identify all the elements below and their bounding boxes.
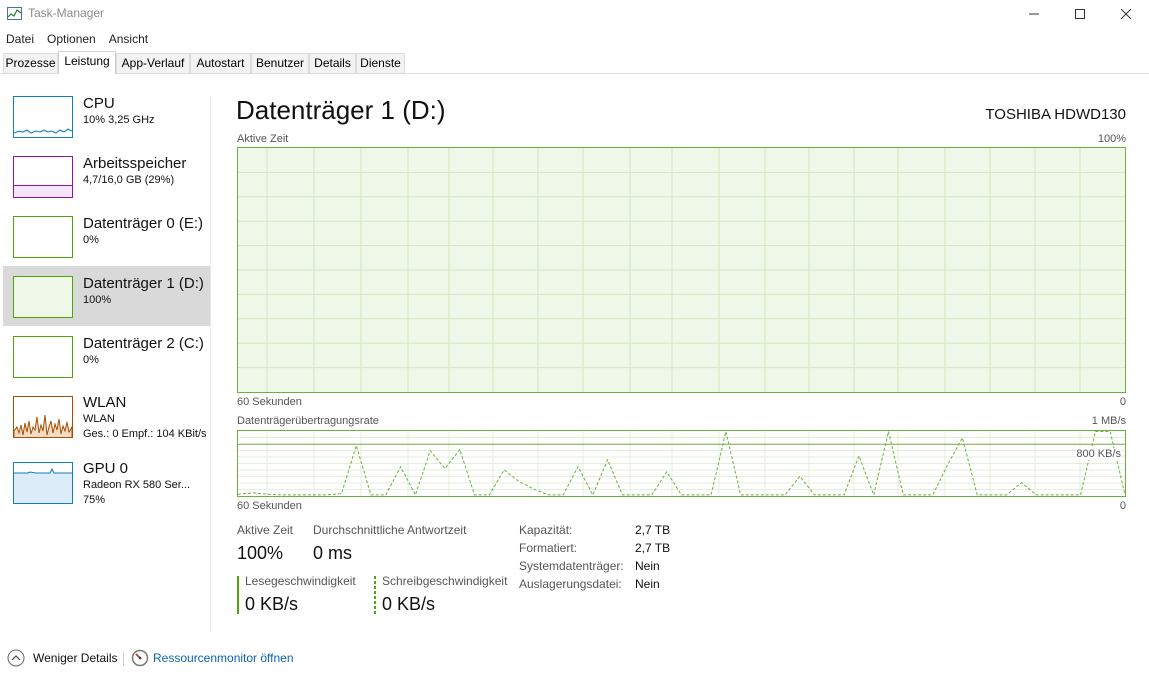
disk-1-thumbnail bbox=[13, 276, 73, 318]
sidebar-item-value: 10% 3,25 GHz bbox=[83, 114, 155, 126]
close-button[interactable] bbox=[1103, 0, 1149, 28]
sidebar-item-cpu[interactable]: CPU 10% 3,25 GHz bbox=[3, 88, 210, 148]
sidebar-item-disk-2[interactable]: Datenträger 2 (C:) 0% bbox=[3, 328, 210, 388]
maximize-icon bbox=[1075, 9, 1085, 19]
resource-monitor-link[interactable]: Ressourcenmonitor öffnen bbox=[131, 649, 294, 667]
sidebar-item-name: WLAN bbox=[83, 394, 127, 411]
read-speed-value: 0 KB/s bbox=[245, 594, 299, 614]
device-model: TOSHIBA HDWD130 bbox=[985, 106, 1126, 123]
page-title: Datenträger 1 (D:) bbox=[236, 95, 446, 125]
wlan-thumbnail bbox=[13, 396, 73, 438]
maximize-button[interactable] bbox=[1057, 0, 1103, 28]
tab-benutzer[interactable]: Benutzer bbox=[251, 53, 309, 73]
chart-min-transfer-rate: 0 bbox=[1119, 500, 1126, 512]
sidebar-divider bbox=[210, 96, 211, 632]
write-speed-value: 0 KB/s bbox=[382, 594, 436, 614]
active-time-grid bbox=[238, 148, 1125, 392]
menu-ansicht[interactable]: Ansicht bbox=[109, 30, 148, 48]
menu-datei[interactable]: Datei bbox=[6, 30, 34, 48]
memory-level-fill bbox=[14, 185, 72, 197]
sidebar-item-name: CPU bbox=[83, 95, 115, 112]
sidebar-item-detail: Ges.: 0 Empf.: 104 KBit/s bbox=[83, 428, 207, 440]
tab-app-verlauf[interactable]: App-Verlauf bbox=[116, 53, 190, 73]
sidebar-item-gpu[interactable]: GPU 0 Radeon RX 580 Ser... 75% bbox=[3, 454, 210, 514]
sidebar-item-name: GPU 0 bbox=[83, 460, 129, 477]
response-time-label: Durchschnittliche Antwortzeit bbox=[313, 523, 467, 537]
tab-strip: Prozesse Leistung App-Verlauf Autostart … bbox=[0, 51, 1149, 74]
resource-monitor-label: Ressourcenmonitor öffnen bbox=[153, 651, 294, 665]
title-bar: Task-Manager bbox=[0, 0, 1149, 28]
read-speed-indicator bbox=[237, 576, 239, 614]
system-disk-value: Nein bbox=[635, 559, 660, 573]
chart-max-active-time: 100% bbox=[1097, 133, 1126, 145]
resource-sidebar: CPU 10% 3,25 GHz Arbeitsspeicher 4,7/16,… bbox=[0, 88, 212, 633]
sidebar-item-value: Radeon RX 580 Ser... bbox=[83, 479, 191, 491]
chart-min-active-time: 0 bbox=[1119, 396, 1126, 408]
chart-mid-transfer-rate: 800 KB/s bbox=[1076, 448, 1121, 460]
formatted-value: 2,7 TB bbox=[635, 541, 671, 555]
tab-details[interactable]: Details bbox=[309, 53, 356, 73]
minimize-button[interactable] bbox=[1011, 0, 1057, 28]
read-speed-label: Lesegeschwindigkeit bbox=[245, 574, 356, 588]
sidebar-item-value: WLAN bbox=[83, 413, 115, 425]
write-speed-indicator bbox=[374, 576, 376, 614]
chevron-up-icon bbox=[7, 649, 25, 667]
sidebar-item-name: Arbeitsspeicher bbox=[83, 155, 187, 172]
sidebar-item-disk-0[interactable]: Datenträger 0 (E:) 0% bbox=[3, 208, 210, 268]
sidebar-item-name: Datenträger 1 (D:) bbox=[83, 275, 204, 292]
capacity-value: 2,7 TB bbox=[635, 523, 671, 537]
system-disk-label: Systemdatenträger: bbox=[519, 559, 624, 573]
chart-time-transfer-rate: 60 Sekunden bbox=[237, 500, 302, 512]
minimize-icon bbox=[1029, 13, 1039, 15]
disk-0-thumbnail bbox=[13, 216, 73, 258]
menu-optionen[interactable]: Optionen bbox=[47, 30, 96, 48]
close-icon bbox=[1121, 9, 1131, 19]
sidebar-item-disk-1[interactable]: Datenträger 1 (D:) 100% bbox=[3, 266, 210, 326]
memory-thumbnail bbox=[13, 156, 73, 198]
menu-bar: Datei Optionen Ansicht bbox=[0, 30, 155, 48]
footer-divider bbox=[123, 652, 124, 666]
resource-monitor-icon bbox=[131, 649, 149, 667]
sidebar-item-memory[interactable]: Arbeitsspeicher 4,7/16,0 GB (29%) bbox=[3, 148, 210, 208]
sidebar-item-value: 0% bbox=[83, 354, 99, 366]
chart-title-active-time: Aktive Zeit bbox=[237, 133, 289, 145]
tab-dienste[interactable]: Dienste bbox=[356, 53, 405, 73]
gpu-thumbnail bbox=[13, 462, 73, 504]
tab-leistung[interactable]: Leistung bbox=[58, 51, 116, 74]
sidebar-item-value: 4,7/16,0 GB (29%) bbox=[83, 174, 175, 186]
less-details-label: Weniger Details bbox=[33, 651, 118, 665]
sidebar-item-detail: 75% bbox=[83, 494, 106, 506]
footer-bar: Weniger Details Ressourcenmonitor öffnen bbox=[0, 646, 1149, 676]
capacity-label: Kapazität: bbox=[519, 523, 573, 537]
formatted-label: Formatiert: bbox=[519, 541, 578, 555]
sidebar-item-name: Datenträger 0 (E:) bbox=[83, 215, 204, 232]
write-speed-label: Schreibgeschwindigkeit bbox=[382, 574, 508, 588]
pagefile-value: Nein bbox=[635, 577, 660, 591]
transfer-rate-chart: 800 KB/s bbox=[237, 430, 1126, 497]
sidebar-item-value: 100% bbox=[83, 294, 112, 306]
response-time-value: 0 ms bbox=[313, 543, 353, 563]
pagefile-label: Auslagerungsdatei: bbox=[519, 577, 622, 591]
less-details-button[interactable]: Weniger Details bbox=[7, 649, 117, 667]
window-title: Task-Manager bbox=[28, 6, 105, 20]
active-time-chart bbox=[237, 147, 1126, 393]
cpu-thumbnail bbox=[13, 96, 73, 138]
chart-max-transfer-rate: 1 MB/s bbox=[1091, 415, 1126, 427]
sidebar-item-name: Datenträger 2 (C:) bbox=[83, 335, 204, 352]
sidebar-item-wlan[interactable]: WLAN WLAN Ges.: 0 Empf.: 104 KBit/s bbox=[3, 388, 210, 448]
transfer-rate-plot bbox=[237, 431, 1126, 497]
sidebar-item-value: 0% bbox=[83, 234, 99, 246]
active-time-label: Aktive Zeit bbox=[237, 523, 294, 537]
tab-prozesse[interactable]: Prozesse bbox=[3, 53, 58, 73]
task-manager-icon bbox=[7, 7, 22, 20]
disk-2-thumbnail bbox=[13, 336, 73, 378]
tab-autostart[interactable]: Autostart bbox=[190, 53, 251, 73]
chart-title-transfer-rate: Datenträgerübertragungsrate bbox=[237, 415, 379, 427]
chart-time-active-time: 60 Sekunden bbox=[237, 396, 302, 408]
active-time-value: 100% bbox=[237, 543, 284, 563]
